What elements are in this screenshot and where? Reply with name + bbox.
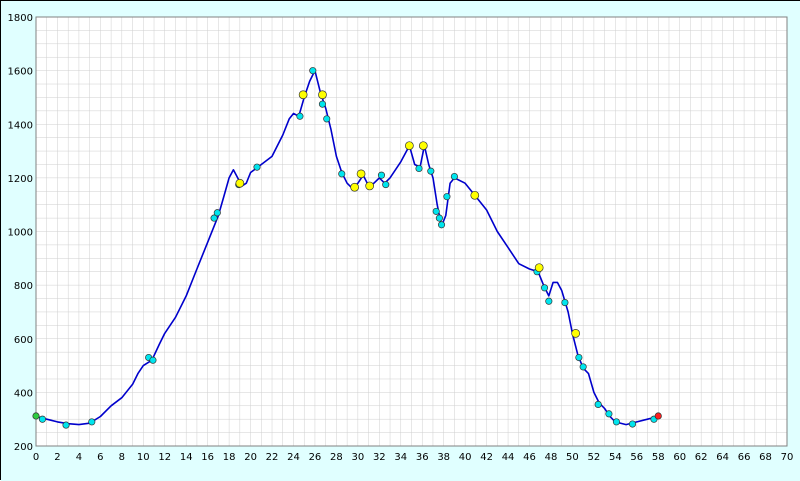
highlight-marker (571, 329, 580, 338)
x-tick-label: 18 (223, 452, 236, 463)
waypoint-marker (432, 207, 440, 215)
waypoint-marker (415, 164, 423, 173)
x-tick-label: 60 (673, 452, 686, 463)
waypoint-marker (443, 193, 451, 201)
x-tick-label: 4 (76, 452, 82, 463)
waypoint-marker (338, 170, 346, 178)
waypoint-marker (88, 418, 96, 426)
x-tick-label: 64 (716, 452, 729, 463)
x-tick-label: 68 (759, 452, 772, 463)
waypoint-marker (253, 163, 261, 171)
waypoint-marker (382, 181, 390, 189)
x-tick-label: 32 (373, 452, 386, 463)
x-tick-label: 2 (54, 452, 60, 463)
x-tick-label: 56 (630, 452, 643, 463)
waypoint-marker (213, 209, 221, 217)
x-tick-label: 50 (566, 452, 579, 463)
y-tick-label: 1000 (8, 228, 33, 239)
elevation-chart: 0 2 4 6 8 10 12 14 16 18 20 22 24 26 28 30 32 34 36 38 40 42 4… (1, 1, 800, 481)
y-tick-label: 1800 (8, 13, 33, 24)
waypoint-marker (540, 284, 549, 292)
x-tick-label: 12 (158, 452, 171, 463)
waypoint-marker (377, 171, 386, 179)
waypoint-marker (318, 100, 327, 108)
highlight-marker (470, 190, 480, 200)
x-tick-label: 34 (394, 452, 407, 463)
x-tick-label: 28 (330, 452, 343, 463)
y-tick-label: 1600 (8, 67, 33, 78)
x-tick-label: 48 (545, 452, 558, 463)
x-tick-label: 0 (33, 452, 39, 463)
highlight-marker (356, 169, 366, 179)
x-tick-label: 38 (437, 452, 450, 463)
x-tick-label: 52 (588, 452, 601, 463)
waypoint-marker (575, 353, 583, 362)
waypoint-marker (579, 363, 587, 371)
waypoint-marker (561, 299, 569, 307)
x-tick-label: 6 (97, 452, 103, 463)
waypoint-marker (323, 115, 331, 123)
x-tick-label: 14 (180, 452, 193, 463)
x-tick-label: 54 (609, 452, 622, 463)
waypoint-marker (437, 221, 446, 229)
waypoint-marker (594, 400, 602, 408)
highlight-marker (350, 182, 359, 192)
y-tick-label: 1200 (8, 174, 33, 185)
highlight-marker (318, 90, 327, 100)
x-tick-label: 42 (480, 452, 493, 463)
x-tick-label: 26 (309, 452, 322, 463)
y-tick-label: 200 (14, 442, 33, 453)
waypoint-marker (149, 356, 157, 364)
end-marker (654, 412, 662, 420)
waypoint-marker (605, 410, 613, 418)
highlight-marker (418, 141, 428, 151)
highlight-marker (298, 90, 308, 100)
y-tick-label: 400 (14, 388, 33, 399)
waypoint-marker (309, 67, 317, 75)
waypoint-marker (38, 415, 46, 423)
x-tick-label: 62 (695, 452, 708, 463)
x-tick-label: 20 (244, 452, 257, 463)
x-tick-label: 30 (351, 452, 364, 463)
y-tick-label: 600 (14, 335, 33, 346)
y-tick-label: 1400 (8, 120, 33, 131)
waypoint-marker (62, 421, 70, 429)
x-tick-label: 46 (523, 452, 536, 463)
waypoint-marker (296, 112, 304, 120)
x-tick-label: 36 (416, 452, 429, 463)
waypoint-marker (450, 172, 458, 181)
x-tick-label: 70 (781, 452, 794, 463)
waypoint-marker (435, 214, 443, 222)
x-tick-label: 10 (137, 452, 150, 463)
chart-frame: 0 2 4 6 8 10 12 14 16 18 20 22 24 26 28 30 32 34 36 38 40 42 4… (0, 0, 800, 481)
x-tick-label: 24 (287, 452, 300, 463)
waypoint-marker (545, 297, 553, 305)
highlight-marker (534, 263, 544, 273)
highlight-marker (405, 141, 414, 151)
x-tick-label: 40 (459, 452, 472, 463)
y-tick-label: 800 (14, 281, 33, 292)
highlight-marker (365, 181, 375, 191)
waypoint-marker (612, 418, 620, 426)
x-tick-label: 66 (738, 452, 751, 463)
x-tick-label: 8 (119, 452, 125, 463)
waypoint-marker (628, 420, 637, 428)
x-tick-label: 16 (201, 452, 214, 463)
waypoint-marker (427, 167, 435, 175)
highlight-marker (235, 178, 245, 188)
x-tick-label: 44 (502, 452, 515, 463)
x-tick-label: 58 (652, 452, 665, 463)
start-marker (32, 412, 40, 420)
x-tick-label: 22 (266, 452, 279, 463)
